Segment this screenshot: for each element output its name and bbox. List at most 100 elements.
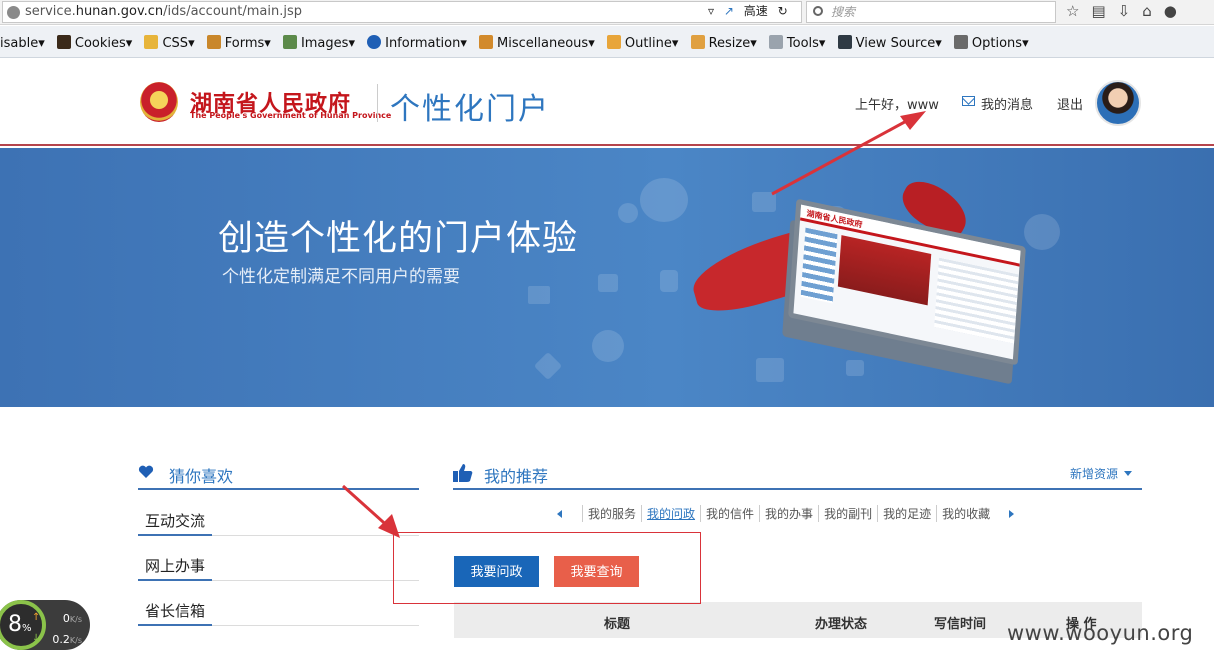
- left-item-governor-mailbox[interactable]: 省长信箱: [138, 590, 419, 626]
- portal-title: 个性化门户: [390, 92, 550, 127]
- tag-icon: [598, 274, 618, 292]
- speed-icon[interactable]: ↗: [724, 4, 734, 18]
- tab-next-icon[interactable]: [1009, 510, 1018, 518]
- cookie-icon: [56, 35, 71, 49]
- pencil-icon: [144, 35, 159, 49]
- address-actions: ▿ ↗ 高速 ↻: [708, 2, 794, 19]
- recommend-tabs: 我的服务 我的问政 我的信件 我的办事 我的副刊 我的足迹 我的收藏: [553, 505, 1018, 522]
- toolbar-miscellaneous[interactable]: Miscellaneous▾: [479, 26, 595, 57]
- heart-icon: [138, 465, 154, 478]
- search-placeholder: 搜索: [831, 5, 856, 19]
- url-domain: hunan.gov.cn: [75, 4, 164, 19]
- panel-underline: [138, 488, 419, 490]
- left-item-label: 互动交流: [145, 512, 206, 530]
- column-date: 写信时间: [934, 617, 987, 632]
- image-icon: [282, 35, 297, 49]
- watermark: www.wooyun.org: [1007, 621, 1194, 645]
- banner-title: 创造个性化的门户体验: [218, 219, 579, 259]
- info-icon: [367, 35, 382, 49]
- toolbar-css[interactable]: CSS▾: [144, 26, 195, 57]
- download-icon[interactable]: ⇩: [1118, 2, 1143, 20]
- reload-icon[interactable]: ↻: [778, 4, 788, 18]
- left-item-label: 省长信箱: [145, 602, 206, 620]
- url-path: /ids/account/main.jsp: [163, 4, 302, 19]
- gov-name-en: The People's Government of Hunan Provinc…: [190, 111, 392, 120]
- web-developer-toolbar: isable▾ Cookies▾ CSS▾ Forms▾ Images▾ Inf…: [0, 26, 1214, 58]
- search-input[interactable]: 搜索: [806, 1, 1056, 23]
- toolbar-information[interactable]: Information▾: [367, 26, 467, 57]
- thumbs-up-icon: [453, 464, 473, 482]
- bookmark-star-icon[interactable]: ☆: [1066, 2, 1091, 20]
- tab-my-footprints[interactable]: 我的足迹: [877, 505, 936, 522]
- tab-my-services[interactable]: 我的服务: [582, 505, 641, 522]
- browser-nav-icons: ☆▤⇩⌂●: [1066, 2, 1189, 20]
- item-underline: [138, 534, 212, 536]
- guess-you-like-title: 猜你喜欢: [169, 467, 234, 486]
- gallery-icon: [752, 192, 776, 212]
- chat-bubble-icon: [640, 178, 688, 222]
- toolbar-options[interactable]: Options▾: [953, 26, 1029, 57]
- panel-underline: [453, 488, 1142, 490]
- column-status: 办理状态: [815, 617, 868, 632]
- tab-my-letters[interactable]: 我的信件: [700, 505, 759, 522]
- download-arrow-icon: ↓: [32, 633, 41, 644]
- toolbar-cookies[interactable]: Cookies▾: [56, 26, 132, 57]
- cloud-icon: [1024, 214, 1060, 250]
- clipboard-icon: [206, 35, 221, 49]
- home-icon[interactable]: ⌂: [1142, 2, 1164, 20]
- network-speed-widget[interactable]: 8% ↑ 0K/s ↓ 0.2K/s: [0, 600, 90, 650]
- toolbar-resize[interactable]: Resize▾: [690, 26, 757, 57]
- left-item-interaction[interactable]: 互动交流: [138, 500, 419, 536]
- source-icon: [837, 35, 852, 49]
- upload-arrow-icon: ↑: [32, 612, 41, 623]
- reading-list-icon[interactable]: ▤: [1091, 2, 1117, 20]
- toolbar-view-source[interactable]: View Source▾: [837, 26, 942, 57]
- my-messages-link[interactable]: 我的消息: [981, 94, 1033, 113]
- new-resource-dropdown[interactable]: 新增资源: [1070, 465, 1133, 482]
- outline-pen-icon: [606, 35, 621, 49]
- photo-icon: [756, 358, 784, 382]
- item-underline: [138, 624, 212, 626]
- star-icon: [533, 351, 563, 381]
- browser-url-bar: service.hunan.gov.cn/ids/account/main.js…: [0, 0, 1214, 25]
- tab-prev-icon[interactable]: [553, 510, 562, 518]
- circle-decoration: [618, 203, 638, 223]
- avatar[interactable]: [1095, 80, 1141, 126]
- options-icon: [953, 35, 968, 49]
- url-prefix: service.: [25, 4, 76, 19]
- notebook-icon: [479, 35, 494, 49]
- screenshot-news-list: [934, 257, 1019, 344]
- search-icon: [813, 6, 823, 16]
- header-divider: [377, 84, 378, 122]
- toolbar-images[interactable]: Images▾: [282, 26, 355, 57]
- phone-icon: [660, 270, 678, 292]
- download-speed: ↓ 0.2K/s: [32, 633, 82, 646]
- chat-icon[interactable]: ●: [1164, 2, 1189, 20]
- toolbar-outline[interactable]: Outline▾: [606, 26, 678, 57]
- item-underline: [138, 579, 212, 581]
- site-header: 湖南省人民政府 The People's Government of Hunan…: [0, 58, 1214, 146]
- hero-banner: 创造个性化的门户体验 个性化定制满足不同用户的需要 湖南省人民政府: [0, 148, 1214, 407]
- toolbar-disable[interactable]: isable▾: [0, 26, 45, 57]
- tab-my-supplements[interactable]: 我的副刊: [818, 505, 877, 522]
- tab-my-inquiries[interactable]: 我的问政: [641, 505, 700, 522]
- globe-icon: [7, 6, 20, 19]
- upload-speed: ↑ 0K/s: [32, 612, 82, 625]
- screenshot-sidebar: [800, 227, 838, 304]
- address-field[interactable]: service.hunan.gov.cn/ids/account/main.js…: [2, 1, 802, 23]
- annotation-highlight-box: [393, 532, 701, 604]
- speed-label[interactable]: 高速: [744, 4, 768, 18]
- toolbar-tools[interactable]: Tools▾: [768, 26, 825, 57]
- resize-pen-icon: [690, 35, 705, 49]
- film-reel-icon: [592, 330, 624, 362]
- toolbar-forms[interactable]: Forms▾: [206, 26, 271, 57]
- tab-my-affairs[interactable]: 我的办事: [759, 505, 818, 522]
- national-emblem-icon: [140, 82, 178, 122]
- left-item-label: 网上办事: [145, 557, 206, 575]
- left-item-online-service[interactable]: 网上办事: [138, 545, 419, 581]
- mail-icon[interactable]: [962, 96, 975, 106]
- logout-link[interactable]: 退出: [1057, 94, 1083, 113]
- column-title: 标题: [604, 617, 631, 632]
- dropdown-icon[interactable]: ▿: [708, 4, 714, 18]
- tab-my-favorites[interactable]: 我的收藏: [936, 505, 995, 522]
